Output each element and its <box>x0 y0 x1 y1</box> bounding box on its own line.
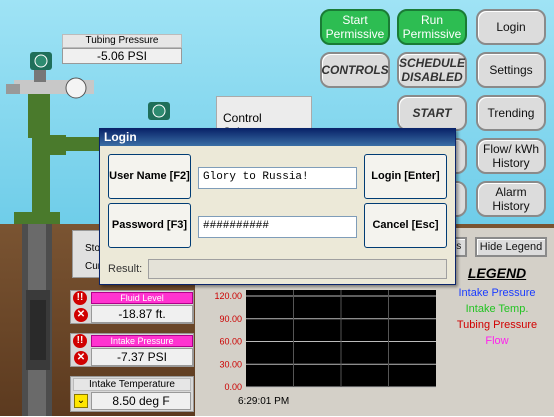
y-tick-label: 60.00 <box>219 337 242 347</box>
chevron-down-icon: ⌄ <box>74 394 88 408</box>
user-name-button[interactable]: User Name [F2] <box>108 154 191 199</box>
fluid-level-label: Fluid Level <box>91 292 193 304</box>
start-button[interactable]: START <box>397 95 467 131</box>
intake-temperature-panel: Intake Temperature ⌄ 8.50 deg F <box>70 376 194 412</box>
dialog-title-bar: Login <box>100 129 455 146</box>
login-submit-button[interactable]: Login [Enter] <box>364 154 447 199</box>
controls-button[interactable]: CONTROLS <box>320 52 390 88</box>
fluid-level-panel: !! Fluid Level ✕ -18.87 ft. <box>70 290 194 324</box>
schedule-disabled-button[interactable]: SCHEDULE DISABLED <box>397 52 467 88</box>
intake-pressure-value: -7.37 PSI <box>91 348 193 366</box>
legend-item: Intake Pressure <box>458 287 536 299</box>
alarm-exclamation-icon: !! <box>73 334 87 348</box>
cancel-button[interactable]: Cancel [Esc] <box>364 203 447 248</box>
tubing-pressure-label: Tubing Pressure <box>62 34 182 48</box>
legend-title: LEGEND <box>467 265 527 281</box>
stop-label: Sto <box>85 243 101 254</box>
trend-chart-svg: 120.00 90.00 60.00 30.00 0.00 <box>214 290 436 392</box>
alarm-x-icon: ✕ <box>74 351 88 365</box>
hide-legend-button[interactable]: Hide Legend <box>475 237 547 257</box>
chart-time-label: 6:29:01 PM <box>238 396 290 407</box>
y-tick-label: 90.00 <box>219 314 242 324</box>
user-name-input[interactable]: Glory to Russia! <box>198 167 357 189</box>
tubing-pressure-value: -5.06 PSI <box>62 48 182 64</box>
trend-chart: 120.00 90.00 60.00 30.00 0.00 <box>200 288 440 412</box>
gauge-icon <box>65 77 87 99</box>
intake-temperature-value: 8.50 deg F <box>91 392 191 410</box>
legend-item: Flow <box>485 335 509 347</box>
login-button[interactable]: Login <box>476 9 546 45</box>
y-tick-label: 120.00 <box>214 291 242 301</box>
intake-pressure-panel: !! Intake Pressure ✕ -7.37 PSI <box>70 333 194 367</box>
run-permissive-button[interactable]: Run Permissive <box>397 9 467 45</box>
start-permissive-button[interactable]: Start Permissive <box>320 9 390 45</box>
fluid-level-value: -18.87 ft. <box>91 305 193 323</box>
login-dialog: Login User Name [F2] Glory to Russia! Lo… <box>99 128 456 285</box>
y-tick-label: 0.00 <box>224 382 242 392</box>
legend-item: Intake Temp. <box>465 303 529 315</box>
legend-item: Tubing Pressure <box>456 319 538 331</box>
downhole-pump <box>30 300 46 360</box>
intake-temperature-label: Intake Temperature <box>73 378 191 391</box>
result-field <box>148 259 447 279</box>
legend-panel: LEGEND Intake Pressure Intake Temp. Tubing… <box>440 262 554 412</box>
alarm-exclamation-icon: !! <box>73 291 87 305</box>
settings-button[interactable]: Settings <box>476 52 546 88</box>
alarm-x-icon: ✕ <box>74 308 88 322</box>
intake-pressure-label: Intake Pressure <box>91 335 193 347</box>
password-button[interactable]: Password [F3] <box>108 203 191 248</box>
password-input[interactable]: ########## <box>198 216 357 238</box>
trending-button[interactable]: Trending <box>476 95 546 131</box>
alarm-history-button[interactable]: Alarm History <box>476 181 546 217</box>
y-tick-label: 30.00 <box>219 359 242 369</box>
result-label: Result: <box>108 263 143 275</box>
flow-kwh-history-button[interactable]: Flow/ kWh History <box>476 138 546 174</box>
